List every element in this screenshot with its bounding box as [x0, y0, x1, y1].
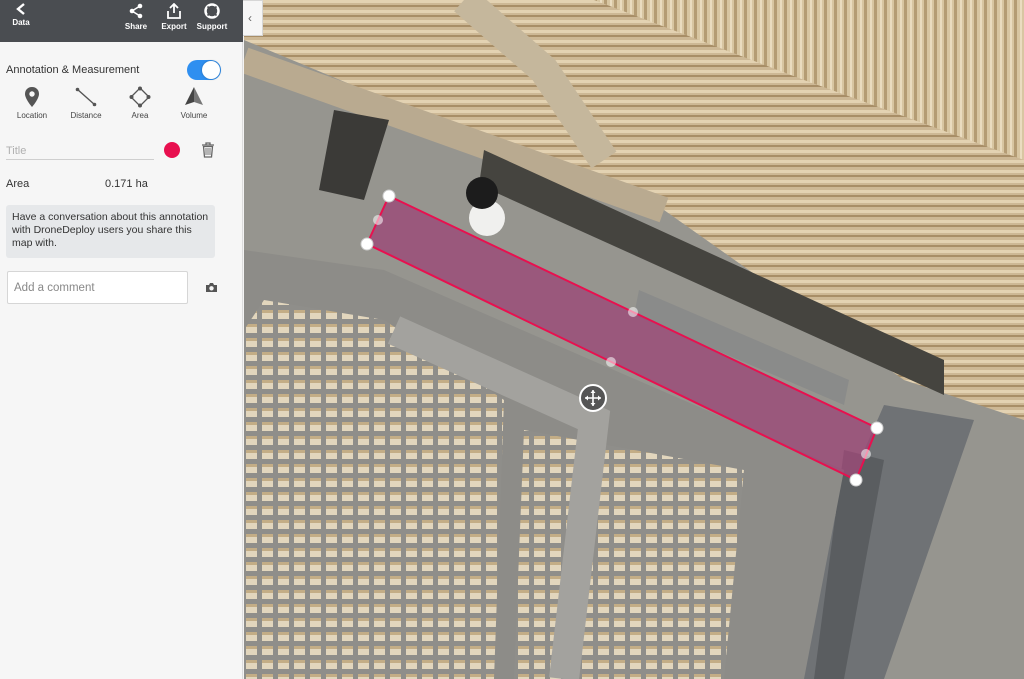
polygon-icon: [129, 86, 151, 108]
line-icon: [75, 87, 97, 107]
annotation-sidebar: Annotation & Measurement Location Distan…: [0, 42, 243, 679]
polygon-move-handle[interactable]: [579, 384, 607, 412]
tool-area[interactable]: Area: [113, 86, 167, 120]
share-button[interactable]: Share: [124, 3, 148, 31]
aerial-imagery: [244, 0, 1024, 679]
comment-input[interactable]: [7, 271, 188, 304]
data-label: Data: [12, 18, 30, 27]
camera-icon[interactable]: [205, 282, 218, 293]
area-label: Area: [6, 178, 30, 190]
trash-icon[interactable]: [201, 142, 215, 158]
pin-icon: [25, 87, 39, 107]
back-arrow-icon: [16, 3, 25, 15]
support-button[interactable]: Support: [196, 3, 228, 31]
color-picker[interactable]: [164, 142, 180, 158]
export-icon: [167, 3, 181, 19]
title-field[interactable]: [6, 142, 154, 160]
export-label: Export: [161, 22, 187, 31]
tool-distance-label: Distance: [70, 111, 102, 120]
measurement-tools: Location Distance Area Volume: [0, 86, 243, 126]
tool-location[interactable]: Location: [5, 86, 59, 120]
share-icon: [129, 3, 143, 19]
tool-area-label: Area: [131, 111, 149, 120]
conversation-info: Have a conversation about this annotatio…: [6, 205, 215, 258]
tool-location-label: Location: [16, 111, 48, 120]
share-label: Share: [124, 22, 148, 31]
annotation-heading: Annotation & Measurement: [6, 64, 140, 76]
tool-distance[interactable]: Distance: [59, 86, 113, 120]
data-back-button[interactable]: Data: [10, 3, 32, 27]
toggle-knob: [202, 61, 220, 79]
collapse-sidebar-button[interactable]: ‹: [243, 0, 263, 36]
map-view[interactable]: [244, 0, 1024, 679]
tool-volume-label: Volume: [180, 111, 208, 120]
lifebuoy-icon: [204, 3, 220, 19]
chevron-left-icon: ‹: [248, 11, 252, 25]
export-button[interactable]: Export: [160, 3, 188, 31]
support-label: Support: [196, 22, 228, 31]
area-value: 0.171 ha: [105, 178, 148, 190]
move-arrows-icon: [585, 390, 601, 406]
annotation-toggle[interactable]: [187, 60, 221, 80]
tool-volume[interactable]: Volume: [167, 86, 221, 120]
volume-icon: [185, 87, 203, 105]
top-toolbar: Data Share Export Support: [0, 0, 243, 42]
